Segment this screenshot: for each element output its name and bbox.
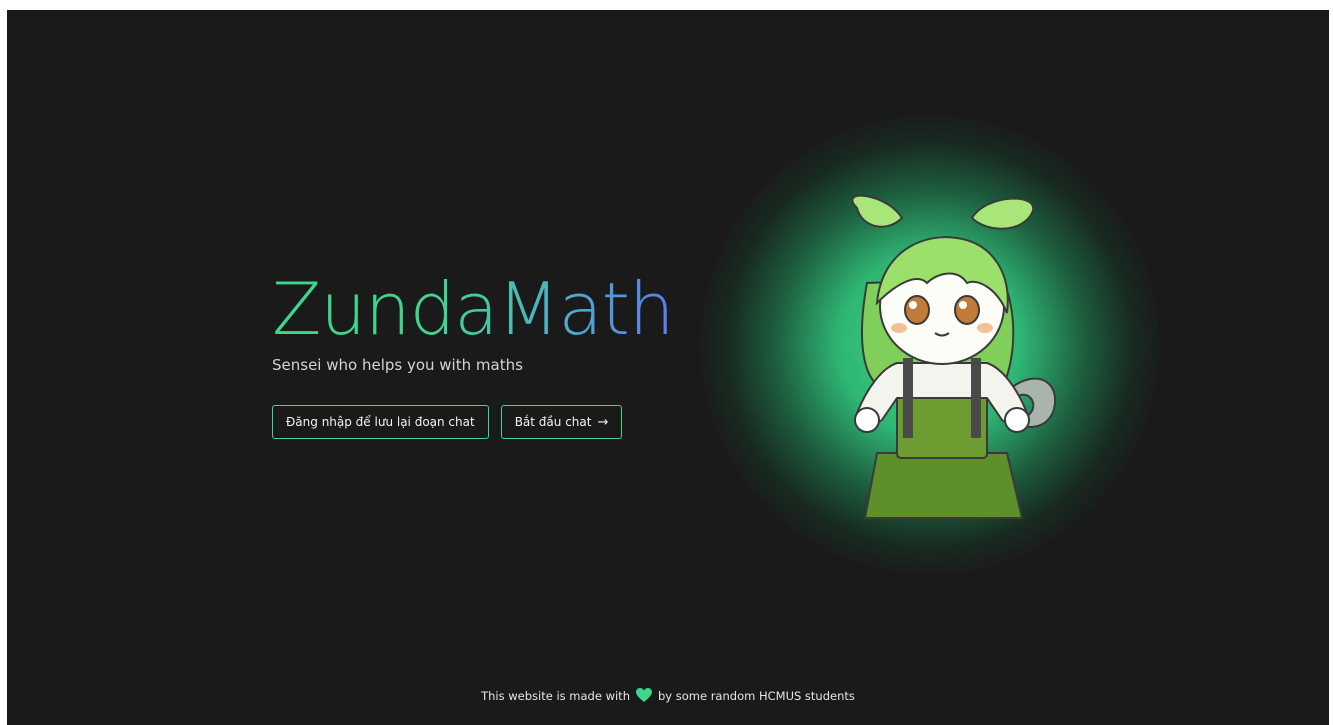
login-to-save-chat-button[interactable]: Đăng nhập để lưu lại đoạn chat: [272, 405, 489, 439]
start-button-label: Bắt đầu chat: [514, 415, 592, 429]
action-buttons: Đăng nhập để lưu lại đoạn chat Bắt đầu c…: [272, 405, 623, 439]
footer-prefix: This website is made with: [481, 688, 630, 703]
app-subtitle: Sensei who helps you with maths: [272, 356, 523, 374]
zundamon-mascot-image: [851, 194, 1057, 519]
footer: This website is made with by some random…: [7, 688, 1329, 703]
arrow-right-icon: →: [597, 414, 609, 430]
footer-suffix: by some random HCMUS students: [657, 688, 855, 703]
login-button-label: Đăng nhập để lưu lại đoạn chat: [286, 415, 475, 429]
app-title: ZundaMath: [272, 267, 675, 351]
hero: ZundaMath Sensei who helps you with math…: [272, 267, 675, 374]
start-chat-button[interactable]: Bắt đầu chat →: [500, 405, 623, 439]
heart-icon: [635, 688, 652, 702]
page-frame: ZundaMath Sensei who helps you with math…: [7, 10, 1329, 725]
